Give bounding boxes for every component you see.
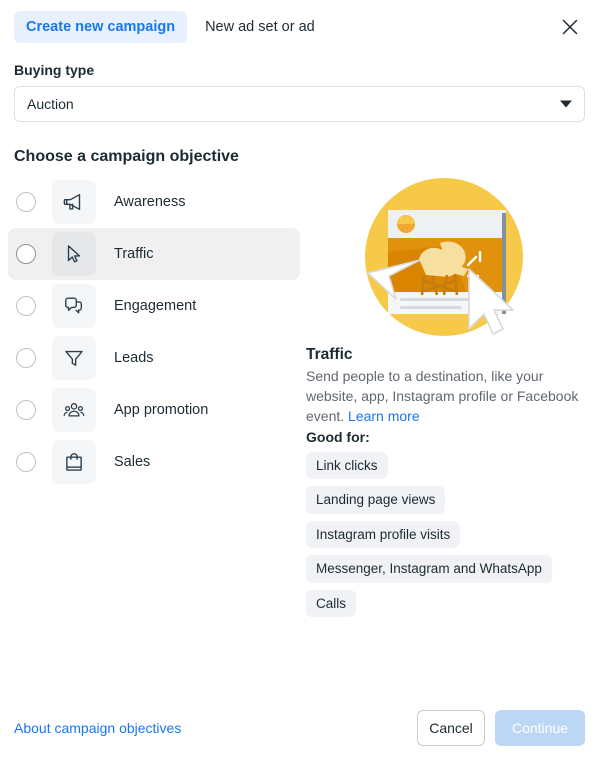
about-campaign-objectives-link[interactable]: About campaign objectives [14,720,181,736]
close-icon [562,19,578,35]
chip-calls: Calls [306,589,357,618]
buying-type-label: Buying type [14,62,95,78]
objective-row-app-promotion[interactable]: App promotion [8,384,300,436]
radio-traffic[interactable] [16,244,36,264]
buying-type-value: Auction [27,96,74,112]
objective-row-awareness[interactable]: Awareness [8,176,300,228]
objective-label: Sales [114,454,151,470]
chip-messenger-instagram-whatsapp: Messenger, Instagram and WhatsApp [306,555,552,583]
chip-landing-page-views: Landing page views [306,486,446,514]
radio-engagement[interactable] [16,296,36,316]
cancel-button[interactable]: Cancel [417,710,485,746]
objective-row-leads[interactable]: Leads [8,332,300,384]
objective-detail-panel: Traffic Send people to a destination, li… [300,176,599,618]
traffic-illustration [306,176,585,346]
dialog-header: Create new campaign New ad set or ad [0,0,599,52]
tab-new-ad-set-or-ad[interactable]: New ad set or ad [193,11,327,44]
objective-label: Awareness [114,194,186,210]
cursor-icon [52,232,96,276]
detail-description: Send people to a destination, like your … [306,367,585,427]
good-for-chips: Link clicks Landing page views Instagram… [306,451,585,618]
megaphone-icon [52,180,96,224]
objective-label: App promotion [114,402,209,418]
buying-type-select[interactable]: Auction [14,86,585,122]
radio-awareness[interactable] [16,192,36,212]
detail-title: Traffic [306,346,353,363]
radio-leads[interactable] [16,348,36,368]
objective-content: Awareness Traffic Engagement Leads App p… [0,176,599,618]
objective-row-sales[interactable]: Sales [8,436,300,488]
chat-bubbles-icon [52,284,96,328]
shopping-bag-icon [52,440,96,484]
close-button[interactable] [555,12,585,42]
page-title: Choose a campaign objective [14,148,239,165]
dialog-footer: About campaign objectives Cancel Continu… [0,696,599,760]
detail-description-text: Send people to a destination, like your … [306,368,579,424]
create-campaign-dialog: Create new campaign New ad set or ad Buy… [0,0,599,760]
learn-more-link[interactable]: Learn more [348,408,420,424]
radio-app-promotion[interactable] [16,400,36,420]
objective-label: Engagement [114,298,197,314]
good-for-label: Good for: [306,428,370,445]
objective-list: Awareness Traffic Engagement Leads App p… [0,176,300,617]
chip-link-clicks: Link clicks [306,451,388,480]
funnel-icon [52,336,96,380]
continue-button[interactable]: Continue [495,710,585,746]
objective-row-traffic[interactable]: Traffic [8,228,300,280]
radio-sales[interactable] [16,452,36,472]
objective-row-engagement[interactable]: Engagement [8,280,300,332]
chevron-down-icon [560,100,572,108]
objective-label: Traffic [114,246,154,262]
objective-label: Leads [114,350,154,366]
buying-type-section: Buying type Auction [0,62,599,122]
tab-create-new-campaign[interactable]: Create new campaign [14,10,188,44]
footer-buttons: Cancel Continue [417,710,585,746]
people-icon [52,388,96,432]
chip-instagram-profile-visits: Instagram profile visits [306,520,461,549]
